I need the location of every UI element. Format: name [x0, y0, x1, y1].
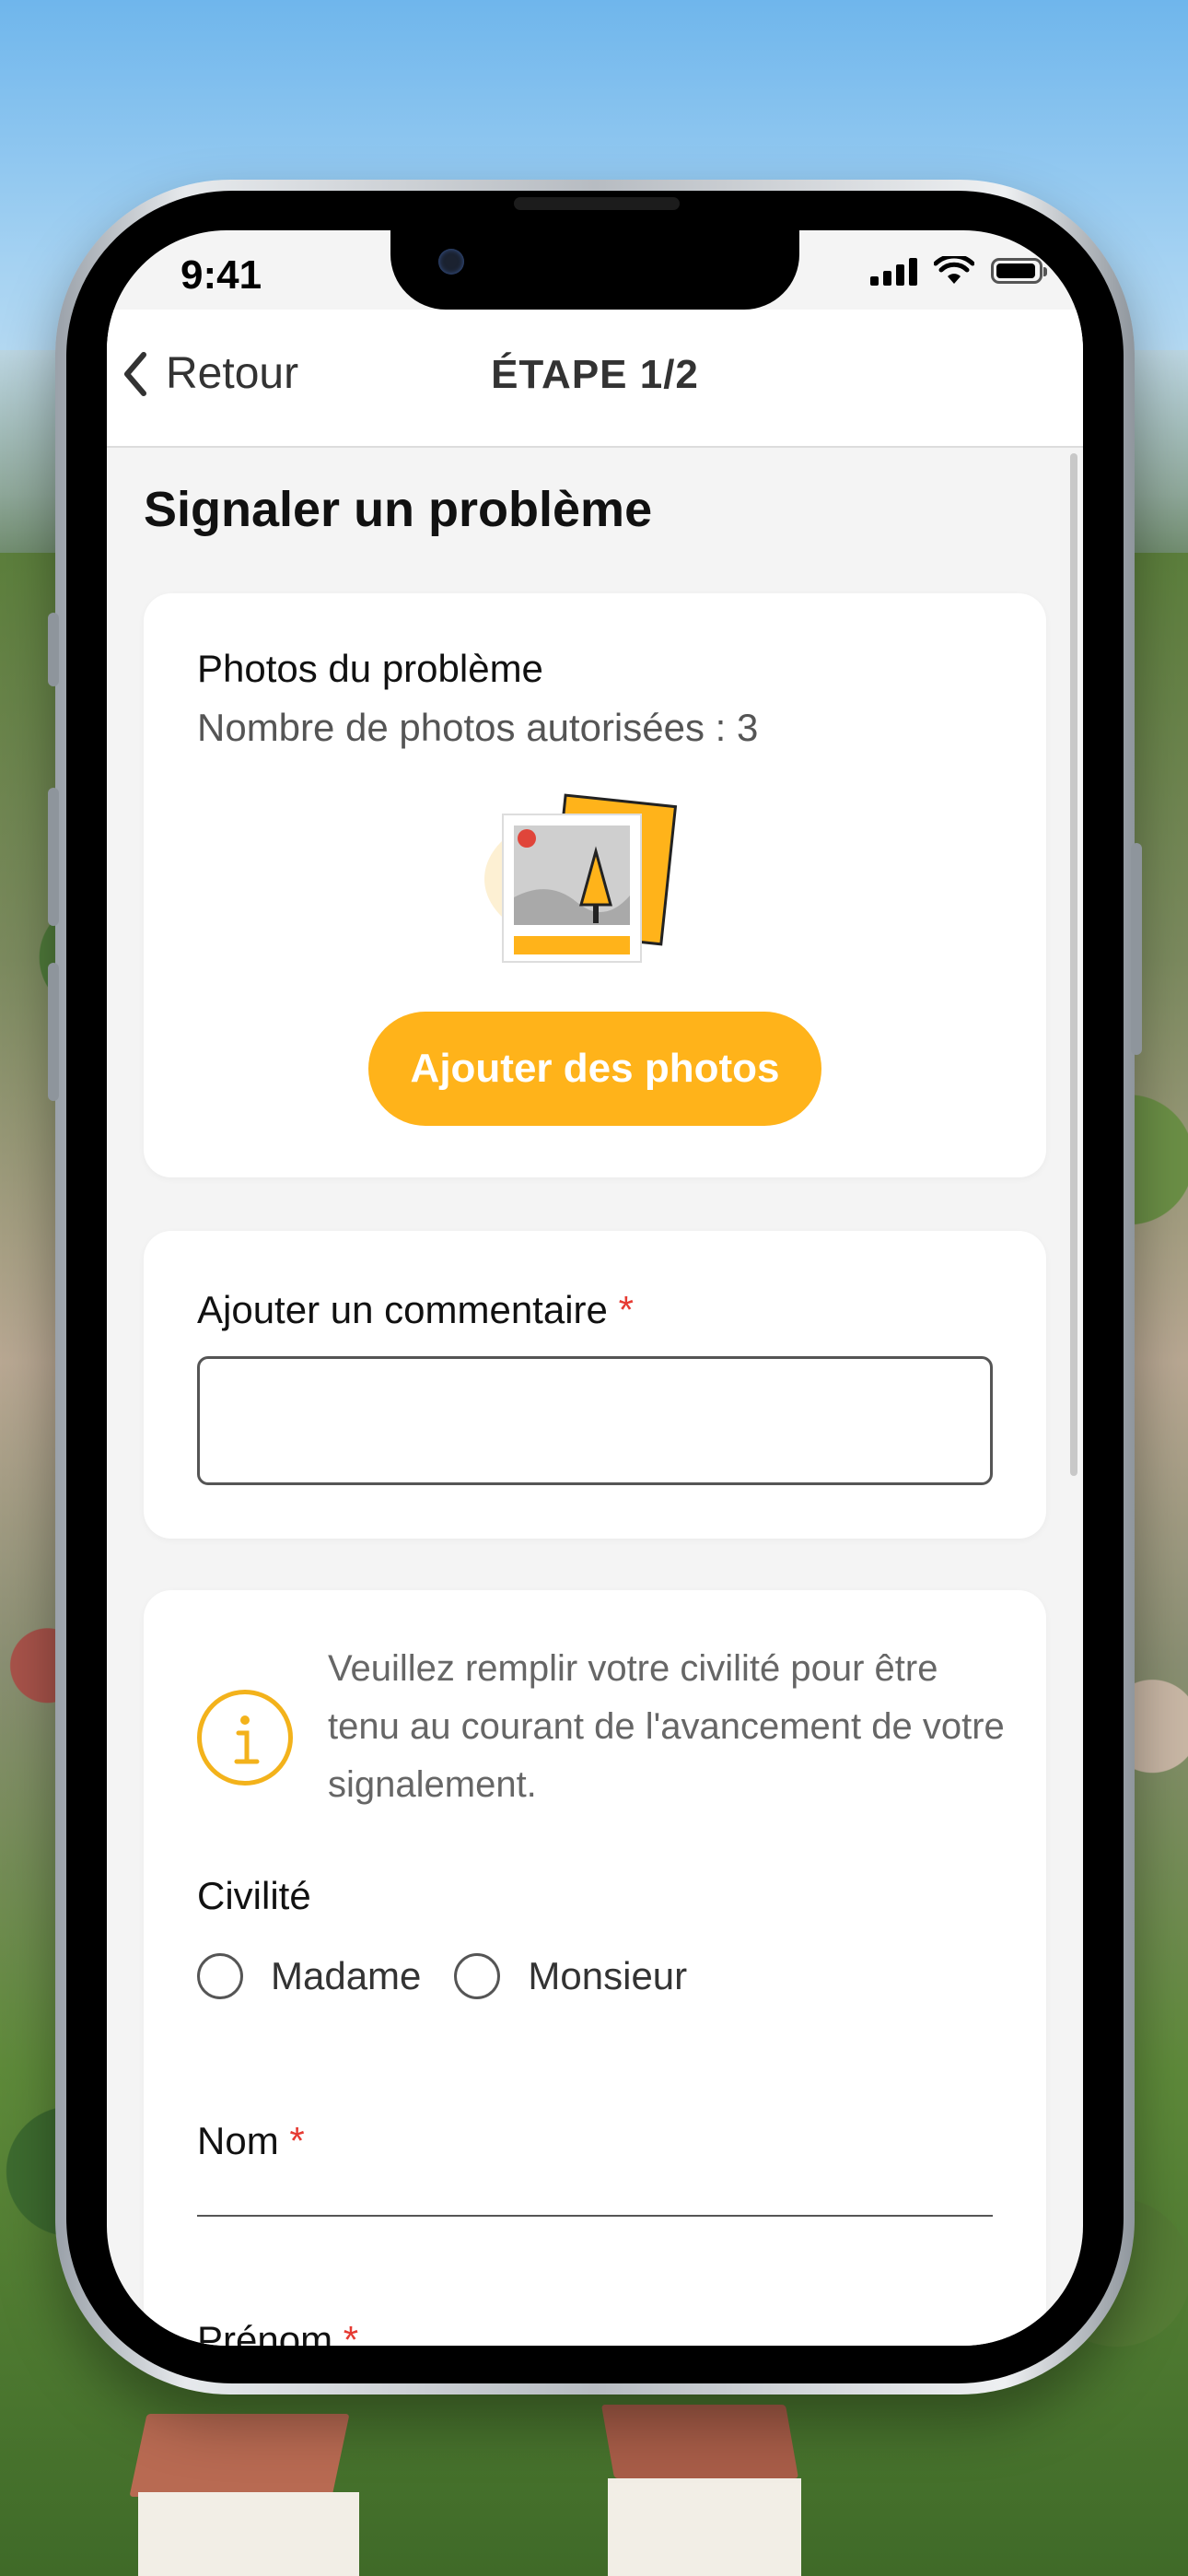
radio-monsieur-label[interactable]: Monsieur: [528, 1954, 687, 1998]
status-time: 9:41: [181, 252, 262, 298]
prenom-label: Prénom *: [197, 2318, 358, 2346]
radio-monsieur[interactable]: [454, 1953, 501, 1999]
phone-speaker: [514, 197, 680, 210]
photo-illustration-icon: [484, 793, 678, 963]
navigation-bar: Retour ÉTAPE 1/2: [107, 310, 1083, 448]
nom-input[interactable]: [197, 2215, 993, 2217]
required-asterisk: *: [618, 1288, 634, 1331]
comment-card: Ajouter un commentaire *: [144, 1231, 1046, 1539]
civility-radio-group: Madame Monsieur: [197, 1953, 720, 1999]
page-title: Signaler un problème: [144, 482, 653, 537]
prenom-label-text: Prénom: [197, 2318, 333, 2346]
civility-label: Civilité: [197, 1874, 311, 1917]
scrollbar[interactable]: [1070, 453, 1077, 1476]
add-photos-button[interactable]: Ajouter des photos: [368, 1012, 821, 1126]
step-title: ÉTAPE 1/2: [491, 352, 699, 397]
camera-icon: [438, 249, 464, 275]
nom-label: Nom *: [197, 2119, 305, 2163]
cellular-signal-icon: [870, 256, 917, 286]
required-asterisk: *: [289, 2119, 305, 2162]
required-asterisk: *: [343, 2318, 359, 2346]
info-icon: [197, 1690, 293, 1786]
phone-screen: 9:41 Retour ÉTAPE 1/2 Signaler un problè…: [107, 230, 1083, 2346]
wifi-icon: [934, 256, 974, 284]
radio-madame[interactable]: [197, 1953, 243, 1999]
radio-madame-label[interactable]: Madame: [271, 1954, 421, 1998]
photos-label: Photos du problème: [197, 647, 543, 690]
civility-info-text: Veuillez remplir votre civilité pour êtr…: [328, 1648, 1005, 1805]
notch: [390, 230, 799, 310]
battery-icon: [991, 258, 1047, 284]
photos-allowed-count: Nombre de photos autorisées : 3: [197, 706, 759, 749]
comment-label: Ajouter un commentaire *: [197, 1288, 634, 1332]
nom-label-text: Nom: [197, 2119, 279, 2162]
photos-card: Photos du problème Nombre de photos auto…: [144, 593, 1046, 1177]
status-icons: [870, 256, 1047, 286]
civility-card: Veuillez remplir votre civilité pour êtr…: [144, 1590, 1046, 2346]
comment-input[interactable]: [197, 1356, 993, 1485]
comment-label-text: Ajouter un commentaire: [197, 1288, 608, 1331]
